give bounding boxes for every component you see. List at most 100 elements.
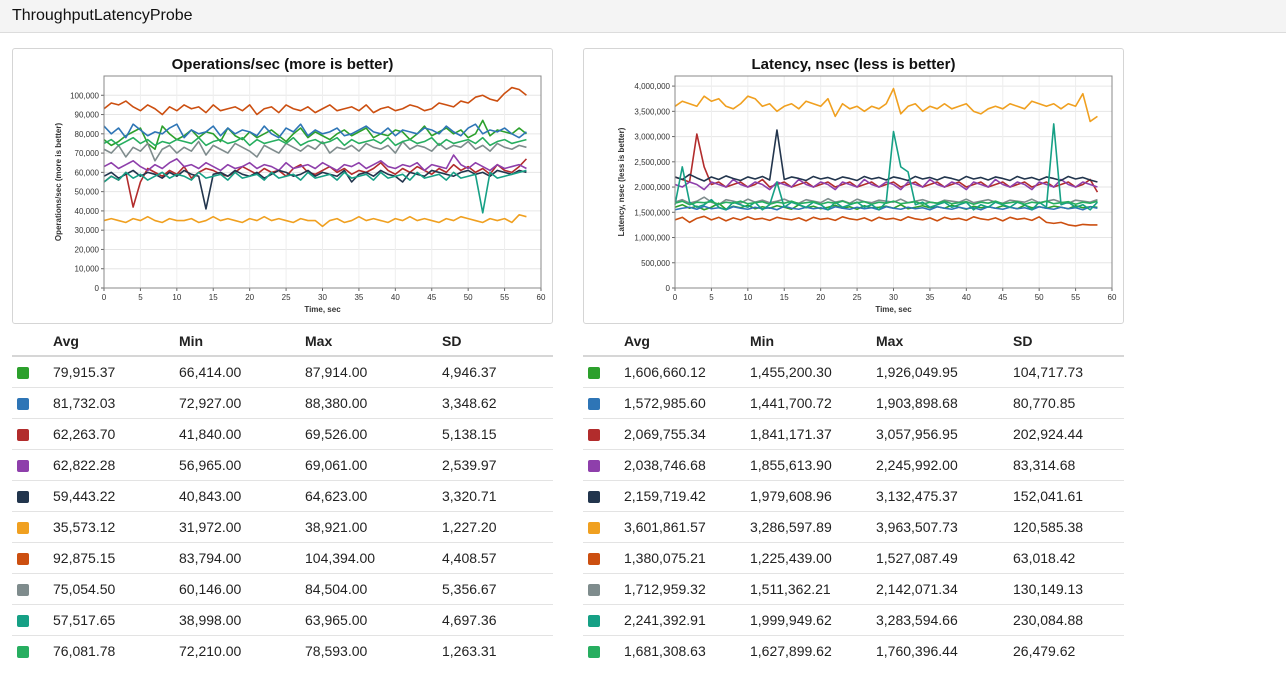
sd-cell: 4,946.37 [442, 364, 497, 380]
y-tick-label: 2,500,000 [634, 158, 670, 167]
sd-cell: 83,314.68 [1013, 449, 1124, 481]
min-cell: 1,511,362.21 [750, 573, 876, 605]
avg-cell: 2,159,719.42 [624, 480, 750, 512]
y-tick-label: 40,000 [75, 207, 100, 216]
min-cell: 1,999,949.62 [750, 604, 876, 636]
x-tick-label: 25 [853, 293, 862, 302]
operations-chart: 0 10,000 20,000 30,000 40,000 50,000 60,000 70,… [54, 75, 546, 314]
max-cell: 3,283,594.66 [876, 604, 1013, 636]
sd-cell: 4,408.57 [442, 542, 553, 574]
series-color-swatch [17, 398, 29, 411]
avg-cell: 1,712,959.32 [624, 573, 750, 605]
avg-cell: 79,915.37 [53, 364, 116, 380]
min-cell: 41,840.00 [179, 418, 305, 450]
table-row: 79,915.37 66,414.00 87,914.00 4,946.37 [12, 356, 553, 388]
sd-cell: 80,770.85 [1013, 387, 1124, 419]
x-tick-label: 30 [889, 293, 898, 302]
table-row: 3,601,861.57 3,286,597.89 3,963,507.73 120,… [583, 511, 1124, 543]
avg-column-header: Avg [624, 326, 750, 357]
min-cell: 31,972.00 [179, 511, 305, 543]
sd-cell: 1,263.31 [442, 635, 553, 666]
table-row: 2,159,719.42 1,979,608.96 3,132,475.37 152,… [583, 480, 1124, 512]
x-tick-label: 0 [673, 293, 678, 302]
min-cell: 72,927.00 [179, 387, 305, 419]
x-tick-label: 35 [354, 293, 363, 302]
table-row: 81,732.03 72,927.00 88,380.00 3,348.62 [12, 387, 553, 419]
max-cell: 3,963,507.73 [876, 511, 1013, 543]
min-cell: 3,286,597.89 [750, 511, 876, 543]
x-tick-label: 50 [1035, 293, 1044, 302]
color-column-header [583, 326, 624, 357]
y-axis-label: Operations/sec (more is better) [54, 123, 63, 242]
y-tick-label: 60,000 [75, 168, 100, 177]
series-color-cell [12, 418, 53, 450]
table-row: 35,573.12 31,972.00 38,921.00 1,227.20 [12, 511, 553, 543]
table-row: 92,875.15 83,794.00 104,394.00 4,408.57 [12, 542, 553, 574]
x-tick-label: 5 [709, 293, 714, 302]
series-color-swatch [17, 646, 29, 659]
x-tick-label: 60 [537, 293, 546, 302]
avg-cell: 3,601,861.57 [624, 511, 750, 543]
min-cell: 56,965.00 [179, 449, 305, 481]
sd-column-header: SD [1013, 326, 1124, 357]
table-row: 2,241,392.91 1,999,949.62 3,283,594.66 230,… [583, 604, 1124, 636]
table-row: 1,681,308.63 1,627,899.62 1,760,396.44 26,4… [583, 635, 1124, 666]
table-row: 1,712,959.32 1,511,362.21 2,142,071.34 130,… [583, 573, 1124, 605]
latency-chart: 0 500,000 1,000,000 1,500,000 2,000,000 2,500… [617, 75, 1117, 314]
min-cell: 1,627,899.62 [750, 635, 876, 666]
series-color-cell [583, 511, 624, 543]
table-row: 59,443.22 40,843.00 64,623.00 3,320.71 [12, 480, 553, 512]
sd-cell: 202,924.44 [1013, 418, 1124, 450]
latency-chart-panel: Latency, nsec (less is better) 0 500,000 1… [583, 48, 1124, 324]
sd-cell: 130,149.13 [1013, 573, 1124, 605]
y-tick-label: 500,000 [641, 259, 670, 268]
series-color-cell [583, 604, 624, 636]
operations-chart-panel: Operations/sec (more is better) 0 10,000 2… [12, 48, 553, 324]
min-column-header: Min [179, 326, 305, 357]
avg-cell: 1,572,985.60 [624, 387, 750, 419]
max-cell: 87,914.00 [305, 364, 368, 380]
avg-cell: 59,443.22 [53, 480, 179, 512]
table-row: 62,263.70 41,840.00 69,526.00 5,138.15 [12, 418, 553, 450]
series-color-cell [12, 511, 53, 543]
x-tick-label: 50 [464, 293, 473, 302]
avg-column-header: Avg [53, 326, 179, 357]
y-tick-label: 3,000,000 [634, 133, 670, 142]
avg-cell: 62,263.70 [53, 418, 179, 450]
y-tick-label: 2,000,000 [634, 183, 670, 192]
avg-cell: 2,241,392.91 [624, 604, 750, 636]
sd-cell: 3,320.71 [442, 480, 553, 512]
min-column-header: Min [750, 326, 876, 357]
min-cell: 1,225,439.00 [750, 542, 876, 574]
series-color-swatch [588, 584, 600, 597]
avg-cell: 2,069,755.34 [624, 418, 750, 450]
series-color-cell [583, 418, 624, 450]
max-cell: 3,057,956.95 [876, 418, 1013, 450]
series-color-swatch [17, 491, 29, 504]
x-tick-label: 15 [209, 293, 218, 302]
x-tick-label: 40 [962, 293, 971, 302]
avg-cell: 81,732.03 [53, 387, 179, 419]
series-color-cell [12, 387, 53, 419]
y-tick-label: 100,000 [70, 91, 99, 100]
table-header-row: Avg Min Max SD [583, 326, 1124, 357]
max-cell: 2,245,992.00 [876, 449, 1013, 481]
chart-title: Latency, nsec (less is better) [751, 56, 956, 73]
avg-cell: 76,081.78 [53, 635, 179, 666]
series-color-swatch [588, 460, 600, 473]
series-color-swatch [17, 522, 29, 535]
table-row: 2,038,746.68 1,855,613.90 2,245,992.00 83,3… [583, 449, 1124, 481]
y-tick-label: 1,000,000 [634, 234, 670, 243]
max-cell: 78,593.00 [305, 635, 442, 666]
y-tick-label: 3,500,000 [634, 107, 670, 116]
operations-stats-table: Avg Min Max SD 79,915.37 66,414.00 87,914.… [12, 326, 553, 666]
x-tick-label: 10 [743, 293, 752, 302]
y-tick-label: 50,000 [75, 188, 100, 197]
avg-cell: 1,380,075.21 [624, 542, 750, 574]
y-tick-label: 0 [666, 284, 671, 293]
x-axis-label: Time, sec [304, 305, 341, 314]
sd-cell: 5,356.67 [442, 573, 553, 605]
min-cell: 72,210.00 [179, 635, 305, 666]
x-tick-label: 55 [1071, 293, 1080, 302]
max-cell: 84,504.00 [305, 573, 442, 605]
